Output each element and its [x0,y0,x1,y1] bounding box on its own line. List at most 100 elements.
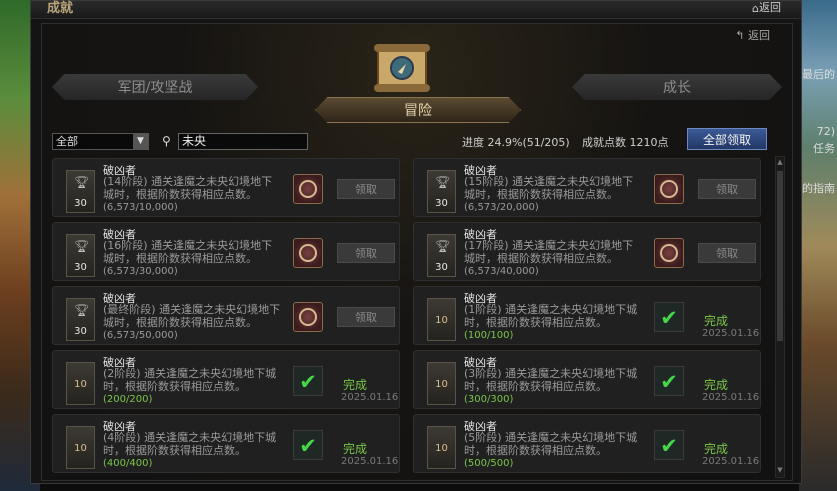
reward-emblem-icon[interactable] [293,238,323,268]
achievement-card: 🏆︎ 30 破凶者 (17阶段) 通关逢魔之未央幻境地下城时，根据阶数获得相应点数。(… [413,222,761,281]
trophy-icon: 🏆︎ [74,175,90,189]
achievement-description: (14阶段) 通关逢魔之未央幻境地下城时，根据阶数获得相应点数。 [103,175,273,201]
background-text: 的指南 [802,182,835,195]
search-input[interactable]: 未央 [178,133,308,150]
points-badge: 10 [427,298,456,341]
chevron-down-icon[interactable]: ▼ [133,134,148,149]
background-text: 任务 [813,142,835,155]
complete-label: 完成 [704,442,729,456]
points-value: 30 [435,198,448,209]
reward-emblem-icon[interactable] [293,302,323,332]
reward-emblem-icon[interactable] [654,174,684,204]
trophy-icon: 🏆︎ [435,239,451,253]
achievement-card: 10 破凶者 (2阶段) 通关逢魔之未央幻境地下城时，根据阶数获得相应点数。 (200… [52,350,400,409]
achievement-description: (16阶段) 通关逢魔之未央幻境地下城时，根据阶数获得相应点数。 [103,239,273,265]
reward-emblem-icon[interactable] [654,238,684,268]
complete-date: 2025.01.16 [702,456,760,467]
achievement-progress: (500/500) [464,458,514,469]
points-value: 30 [435,262,448,273]
check-icon: ✔ [293,430,323,460]
points-badge: 10 [66,426,95,469]
points-value: 10 [74,379,87,390]
complete-date: 2025.01.16 [341,392,399,403]
complete-label: 完成 [343,378,368,392]
reward-emblem-icon[interactable] [293,174,323,204]
points-badge: 🏆︎ 30 [427,234,456,277]
trophy-icon: 🏆︎ [435,175,451,189]
points-text: 成就点数 1210点 [582,136,669,149]
achievement-card: 🏆︎ 30 破凶者 (15阶段) 通关逢魔之未央幻境地下城时，根据阶数获得相应点数。(… [413,158,761,217]
achievement-card: 🏆︎ 30 破凶者 (14阶段) 通关逢魔之未央幻境地下城时，根据阶数获得相应点数。(… [52,158,400,217]
scroll-thumb[interactable] [777,171,783,341]
check-icon: ✔ [293,366,323,396]
achievement-description: (最终阶段) 通关逢魔之未央幻境地下城时，根据阶数获得相应点数。 [103,303,281,329]
achievement-card: 10 破凶者 (4阶段) 通关逢魔之未央幻境地下城时，根据阶数获得相应点数。 (400… [52,414,400,473]
points-value: 10 [74,443,87,454]
achievement-card: 🏆︎ 30 破凶者 (最终阶段) 通关逢魔之未央幻境地下城时，根据阶数获得相应点数。(… [52,286,400,345]
achievement-progress: (100/100) [464,330,514,341]
complete-label: 完成 [704,378,729,392]
claim-button[interactable]: 领取 [698,179,756,199]
achievement-progress: (400/400) [103,458,153,469]
achievement-card: 10 破凶者 (3阶段) 通关逢魔之未央幻境地下城时，根据阶数获得相应点数。 (300… [413,350,761,409]
scrollbar[interactable]: ▲ ▼ [775,156,785,478]
points-badge: 10 [66,362,95,405]
achievement-description: (5阶段) 通关逢魔之未央幻境地下城时，根据阶数获得相应点数。 [464,431,638,457]
panel-back-label: 返回 [748,29,770,42]
achievement-description: (1阶段) 通关逢魔之未央幻境地下城时，根据阶数获得相应点数。 [464,303,638,329]
achievement-window: 成就 ⌂ 返回 ↰ 返回 军团/攻坚战 成长 冒险 全部 ▼ ⚲ 未央 进度 2… [30,0,802,484]
claim-button[interactable]: 领取 [337,179,395,199]
points-value: 10 [435,443,448,454]
complete-date: 2025.01.16 [702,328,760,339]
points-badge: 🏆︎ 30 [66,170,95,213]
claim-all-button[interactable]: 全部领取 [687,128,767,150]
points-value: 30 [74,326,87,337]
achievement-panel: ↰ 返回 军团/攻坚战 成长 冒险 全部 ▼ ⚲ 未央 进度 24.9%(51/… [41,23,793,481]
claim-button[interactable]: 领取 [698,243,756,263]
achievement-progress: (300/300) [464,394,514,405]
achievement-description: (2阶段) 通关逢魔之未央幻境地下城时，根据阶数获得相应点数。 [103,367,277,393]
achievement-description: (17阶段) 通关逢魔之未央幻境地下城时，根据阶数获得相应点数。 [464,239,634,265]
complete-label: 完成 [704,314,729,328]
achievement-card: 🏆︎ 30 破凶者 (16阶段) 通关逢魔之未央幻境地下城时，根据阶数获得相应点数。(… [52,222,400,281]
check-icon: ✔ [654,302,684,332]
check-icon: ✔ [654,430,684,460]
achievement-progress: (200/200) [103,394,153,405]
achievement-card: 10 破凶者 (1阶段) 通关逢魔之未央幻境地下城时，根据阶数获得相应点数。 (100… [413,286,761,345]
complete-date: 2025.01.16 [341,456,399,467]
achievement-list: 🏆︎ 30 破凶者 (14阶段) 通关逢魔之未央幻境地下城时，根据阶数获得相应点数。(… [52,158,766,478]
scroll-emblem-icon [374,44,430,92]
points-value: 30 [74,198,87,209]
points-badge: 10 [427,362,456,405]
window-title: 成就 [47,1,74,16]
achievement-description: (15阶段) 通关逢魔之未央幻境地下城时，根据阶数获得相应点数。 [464,175,634,201]
trophy-icon: 🏆︎ [74,239,90,253]
achievement-description: (4阶段) 通关逢魔之未央幻境地下城时，根据阶数获得相应点数。 [103,431,277,457]
achievement-progress: (6,573/50,000) [103,330,178,341]
points-badge: 🏆︎ 30 [427,170,456,213]
scroll-up-icon[interactable]: ▲ [776,158,784,168]
panel-back-button[interactable]: ↰ 返回 [735,27,770,43]
points-value: 10 [435,379,448,390]
complete-label: 完成 [343,442,368,456]
scroll-down-icon[interactable]: ▼ [776,466,784,476]
background-text: 最后的 [802,68,835,81]
points-value: 10 [435,315,448,326]
window-back-button[interactable]: 返回 [759,1,781,15]
points-badge: 🏆︎ 30 [66,298,95,341]
achievement-card: 10 破凶者 (5阶段) 通关逢魔之未央幻境地下城时，根据阶数获得相应点数。 (500… [413,414,761,473]
category-selected: 全部 [56,135,78,148]
points-value: 30 [74,262,87,273]
tab-legion[interactable]: 军团/攻坚战 [52,74,258,100]
achievement-progress: (6,573/20,000) [464,202,539,213]
claim-button[interactable]: 领取 [337,307,395,327]
category-dropdown[interactable]: 全部 ▼ [52,133,149,150]
points-badge: 10 [427,426,456,469]
tab-growth[interactable]: 成长 [572,74,782,100]
tab-adventure[interactable]: 冒险 [315,97,521,123]
home-icon[interactable]: ⌂ [752,2,759,15]
complete-date: 2025.01.16 [702,392,760,403]
achievement-progress: (6,573/40,000) [464,266,539,277]
progress-text: 进度 24.9%(51/205) [462,136,570,149]
claim-button[interactable]: 领取 [337,243,395,263]
